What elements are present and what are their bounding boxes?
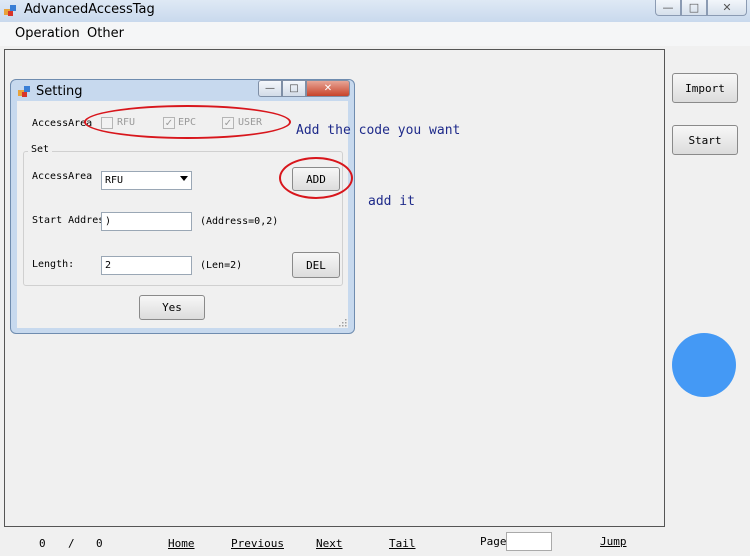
minimize-icon: — bbox=[662, 1, 674, 14]
dialog-title: Setting bbox=[36, 84, 83, 99]
pager-previous-link[interactable]: Previous bbox=[231, 537, 284, 551]
window-title: AdvancedAccessTag bbox=[24, 2, 155, 17]
start-address-label: Start Address bbox=[32, 215, 111, 226]
pager-separator: / bbox=[68, 537, 75, 550]
status-indicator bbox=[672, 333, 736, 397]
access-area-select[interactable]: RFU bbox=[101, 171, 192, 190]
menu-operation[interactable]: Operation bbox=[15, 26, 80, 42]
maximize-button[interactable]: □ bbox=[681, 0, 707, 16]
dialog-maximize-button[interactable]: □ bbox=[282, 80, 306, 97]
access-area-label: AccessArea bbox=[32, 118, 93, 129]
annotation-add-it: add it bbox=[368, 194, 415, 209]
minimize-button[interactable]: — bbox=[655, 0, 681, 16]
pager-page-label: Page bbox=[480, 535, 507, 548]
page-input[interactable] bbox=[506, 532, 552, 551]
pager-current: 0 bbox=[39, 537, 46, 550]
length-input[interactable]: 2 bbox=[101, 256, 192, 275]
start-address-hint: (Address=0,2) bbox=[200, 216, 279, 227]
pager-home-link[interactable]: Home bbox=[168, 537, 195, 551]
close-icon: ✕ bbox=[722, 1, 732, 14]
pager-next-link[interactable]: Next bbox=[316, 537, 343, 551]
maximize-icon: □ bbox=[289, 83, 299, 94]
app-icon bbox=[4, 5, 16, 16]
yes-button[interactable]: Yes bbox=[139, 295, 205, 320]
start-address-input[interactable]: ) bbox=[101, 212, 192, 231]
close-button[interactable]: ✕ bbox=[707, 0, 747, 16]
annotation-add-code: Add the code you want bbox=[296, 123, 461, 138]
highlight-ellipse-add bbox=[279, 157, 353, 199]
close-icon: ✕ bbox=[323, 83, 333, 94]
length-hint: (Len=2) bbox=[200, 260, 243, 271]
pager-tail-link[interactable]: Tail bbox=[389, 537, 416, 551]
set-access-area-label: AccessArea bbox=[32, 171, 93, 182]
import-button[interactable]: Import bbox=[672, 73, 738, 103]
menu-other[interactable]: Other bbox=[87, 26, 124, 42]
dialog-close-button[interactable]: ✕ bbox=[306, 80, 350, 97]
set-group-label: Set bbox=[28, 144, 53, 156]
pager-total: 0 bbox=[96, 537, 103, 550]
del-button[interactable]: DEL bbox=[292, 252, 340, 278]
highlight-ellipse-access-area bbox=[84, 105, 291, 139]
length-label: Length: bbox=[32, 259, 75, 270]
pager-jump-link[interactable]: Jump bbox=[600, 535, 627, 549]
maximize-icon: □ bbox=[688, 1, 700, 14]
dialog-minimize-button[interactable]: — bbox=[258, 80, 282, 97]
dialog-app-icon bbox=[18, 86, 30, 97]
start-button[interactable]: Start bbox=[672, 125, 738, 155]
resize-grip-icon[interactable] bbox=[338, 318, 347, 327]
minimize-icon: — bbox=[265, 83, 275, 94]
chevron-down-icon bbox=[180, 176, 188, 181]
